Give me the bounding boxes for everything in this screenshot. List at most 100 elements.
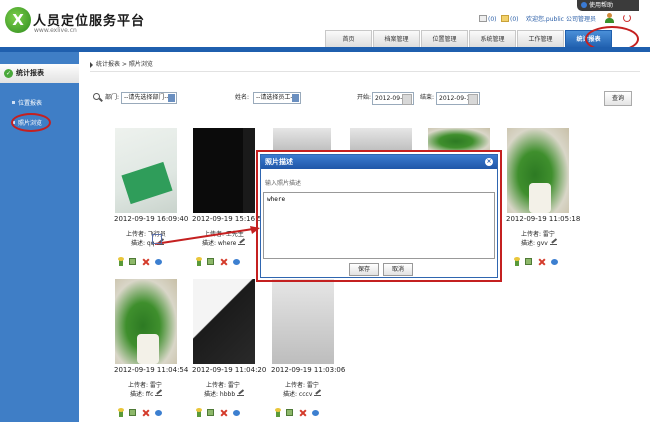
view-image-icon[interactable] — [207, 258, 214, 265]
delete-icon[interactable] — [142, 409, 149, 416]
tab-work[interactable]: 工作管理 — [517, 30, 564, 48]
comment-icon[interactable] — [233, 258, 240, 265]
photo-thumbnail[interactable] — [193, 128, 255, 213]
logo-icon: X — [5, 7, 31, 33]
photo-desc: 描述: cccv — [283, 389, 322, 398]
comment-icon[interactable] — [155, 409, 162, 416]
delete-icon[interactable] — [220, 258, 227, 265]
message-icon — [479, 15, 487, 22]
check-icon: ✓ — [4, 69, 13, 78]
cancel-button[interactable]: 取消 — [383, 263, 413, 276]
employee-select[interactable]: --请选择员工-- — [253, 92, 301, 104]
photo-card: 2012-09-19 15:16:58 上传者: 王先生 描述: where — [168, 128, 266, 266]
edit-icon[interactable] — [549, 239, 557, 245]
dialog-title: 照片描述 × — [261, 155, 497, 169]
message-link[interactable]: (0) — [479, 15, 497, 25]
photo-card: 2012-09-19 11:03:06 上传者: 雷宁 描述: cccv — [247, 279, 345, 417]
comment-icon[interactable] — [551, 258, 558, 265]
photo-card: 2012-09-19 11:04:54 上传者: 雷宁 描述: ffc — [90, 279, 188, 417]
tab-home[interactable]: 首页 — [325, 30, 372, 48]
save-button[interactable]: 保存 — [349, 263, 379, 276]
photo-card: 2012-09-19 16:09:40 上传者: 飞行员 描述: qq — [90, 128, 188, 266]
sidebar: ✓ 统计报表 位置报表 照片浏览 — [0, 52, 79, 422]
photo-thumbnail[interactable] — [507, 128, 569, 213]
highlight-box — [152, 234, 162, 244]
sidebar-title: ✓ 统计报表 — [0, 64, 79, 83]
description-textarea[interactable]: where — [263, 192, 495, 259]
search-icon — [93, 93, 100, 100]
header-divider — [0, 47, 650, 52]
photo-uploader: 上传者: 雷宁 — [128, 382, 162, 389]
photo-time: 2012-09-19 11:05:18 — [506, 215, 581, 223]
delete-icon[interactable] — [299, 409, 306, 416]
photo-thumbnail[interactable] — [193, 279, 255, 364]
view-image-icon[interactable] — [129, 258, 136, 265]
photo-description-dialog: 照片描述 × 输入照片描述 where 保存 取消 — [260, 154, 498, 278]
photo-uploader: 上传者: 雷宁 — [206, 382, 240, 389]
help-icon — [581, 2, 587, 8]
main-nav: 首页 档案管理 位置管理 系统管理 工作管理 统计报表 — [325, 30, 613, 48]
locate-icon[interactable] — [196, 407, 202, 417]
photo-time: 2012-09-19 11:03:06 — [271, 366, 346, 374]
locate-icon[interactable] — [118, 407, 124, 417]
photo-thumbnail[interactable] — [272, 279, 334, 364]
photo-thumbnail[interactable] — [428, 128, 490, 152]
edit-icon[interactable] — [155, 390, 163, 396]
tab-location[interactable]: 位置管理 — [421, 30, 468, 48]
delete-icon[interactable] — [538, 258, 545, 265]
user-icon[interactable] — [605, 13, 614, 23]
comment-icon[interactable] — [233, 409, 240, 416]
locate-icon[interactable] — [275, 407, 281, 417]
highlight-ring — [11, 113, 51, 132]
role-link[interactable]: 公司管理员 — [566, 15, 596, 25]
view-image-icon[interactable] — [286, 409, 293, 416]
delete-icon[interactable] — [142, 258, 149, 265]
view-image-icon[interactable] — [129, 409, 136, 416]
end-label: 结束: — [420, 94, 435, 101]
view-image-icon[interactable] — [525, 258, 532, 265]
delete-icon[interactable] — [220, 409, 227, 416]
header: X 人员定位服务平台 www.exlive.cn 使用帮助 (0) (0) 欢迎… — [0, 0, 650, 52]
edit-icon[interactable] — [237, 390, 245, 396]
photo-actions — [196, 407, 240, 417]
photo-actions — [275, 407, 319, 417]
photo-desc: 描述: gvv — [521, 238, 557, 247]
edit-icon[interactable] — [314, 390, 322, 396]
locate-icon[interactable] — [514, 256, 520, 266]
dept-label: 部门: — [105, 94, 120, 101]
start-label: 开始: — [357, 94, 372, 101]
app-subtitle: www.exlive.cn — [34, 27, 77, 34]
close-icon[interactable]: × — [485, 158, 493, 166]
mail-icon — [501, 15, 509, 22]
tab-archives[interactable]: 档案管理 — [373, 30, 420, 48]
photo-thumbnail[interactable] — [350, 128, 412, 152]
photo-actions — [118, 256, 162, 266]
view-image-icon[interactable] — [207, 409, 214, 416]
photo-thumbnail[interactable] — [273, 128, 331, 152]
photo-desc: 描述: ffc — [130, 389, 163, 398]
photo-card: 2012-09-19 11:04:20 上传者: 雷宁 描述: hbbb — [168, 279, 266, 417]
annotation-arrow — [154, 226, 260, 245]
photo-actions — [196, 256, 240, 266]
dept-select[interactable]: --请先选择部门-- — [121, 92, 177, 104]
mail-link[interactable]: (0) — [501, 15, 519, 25]
sidebar-item-location-report[interactable]: 位置报表 — [12, 98, 42, 107]
photo-desc: 描述: hbbb — [204, 389, 245, 398]
start-date-field[interactable]: 2012-09-17 — [372, 92, 414, 105]
power-icon[interactable] — [623, 14, 631, 22]
breadcrumb: 统计报表 > 照片浏览 — [90, 58, 640, 72]
name-label: 姓名: — [235, 94, 250, 101]
photo-actions — [514, 256, 558, 266]
query-button[interactable]: 查询 — [604, 91, 632, 106]
comment-icon[interactable] — [155, 258, 162, 265]
tab-system[interactable]: 系统管理 — [469, 30, 516, 48]
dialog-prompt: 输入照片描述 — [265, 180, 302, 187]
comment-icon[interactable] — [312, 409, 319, 416]
help-button[interactable]: 使用帮助 — [577, 0, 639, 11]
end-date-field[interactable]: 2012-09-19 — [436, 92, 480, 105]
photo-uploader: 上传者: 雷宁 — [521, 231, 555, 238]
photo-actions — [118, 407, 162, 417]
photo-uploader: 上传者: 雷宁 — [285, 382, 319, 389]
locate-icon[interactable] — [196, 256, 202, 266]
locate-icon[interactable] — [118, 256, 124, 266]
